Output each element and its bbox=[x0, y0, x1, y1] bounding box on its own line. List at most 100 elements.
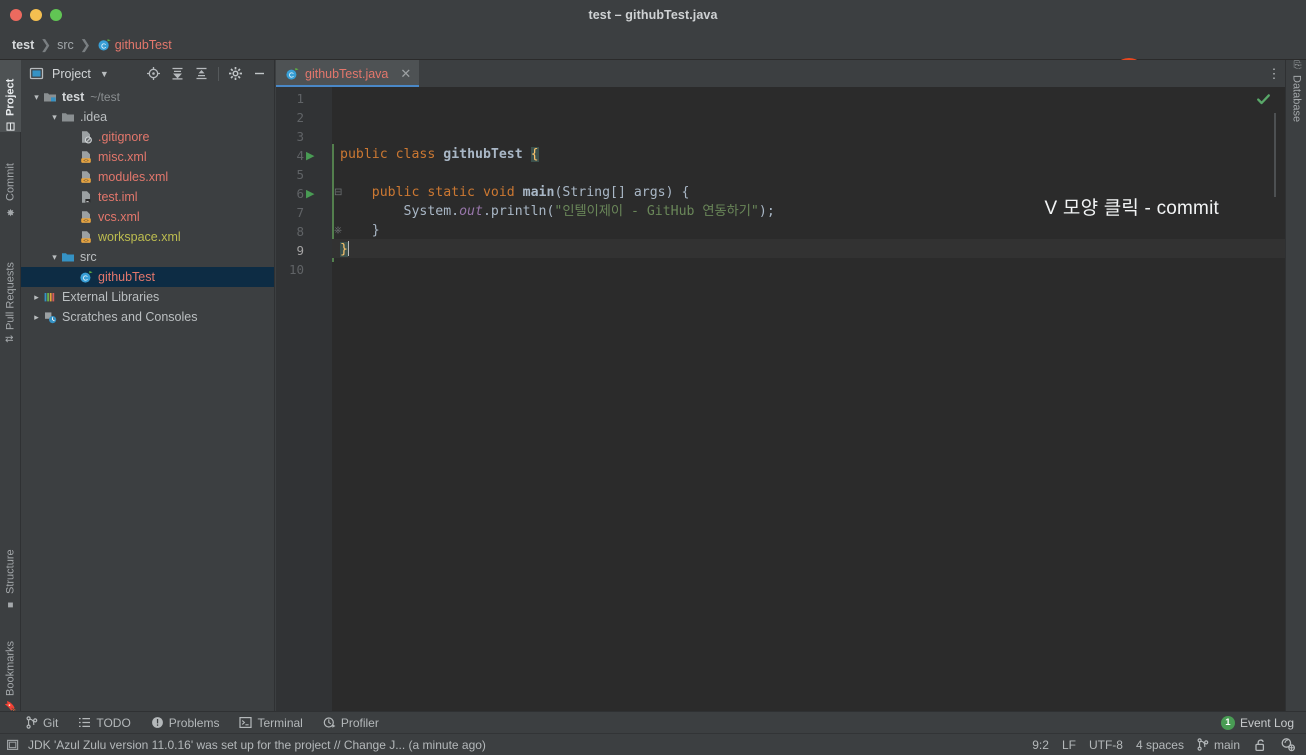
tree-row-gitignore[interactable]: ▾ .gitignore bbox=[21, 127, 274, 147]
toolwindow-terminal[interactable]: Terminal bbox=[229, 716, 312, 730]
breadcrumb-item-project[interactable]: test bbox=[9, 38, 37, 52]
run-gutter-icon[interactable]: ▶ bbox=[306, 149, 314, 162]
zoom-window-button[interactable] bbox=[50, 9, 62, 21]
chevron-down-icon[interactable]: ▾ bbox=[31, 92, 42, 103]
tree-row-workspace-xml[interactable]: ▾ <> workspace.xml bbox=[21, 227, 274, 247]
select-opened-file-icon[interactable] bbox=[143, 64, 164, 84]
open-brace: { bbox=[530, 147, 539, 162]
close-brace: } bbox=[371, 223, 380, 238]
line-number: 2 bbox=[296, 110, 304, 125]
tree-row-misc-xml[interactable]: ▾ <> misc.xml bbox=[21, 147, 274, 167]
more-options-icon[interactable]: ⋮ bbox=[1263, 60, 1285, 87]
title-bar: test – githubTest.java bbox=[0, 0, 1306, 30]
tab-githubTest-java[interactable]: C githubTest.java ✕ bbox=[276, 60, 420, 87]
chevron-right-icon[interactable]: ▸ bbox=[31, 312, 42, 323]
chevron-right-icon[interactable]: ▸ bbox=[31, 292, 42, 303]
git-branch-widget[interactable]: main bbox=[1197, 738, 1240, 752]
inspections-widget-icon[interactable] bbox=[1280, 737, 1296, 752]
commit-icon: ✸ bbox=[5, 206, 16, 217]
method-name: main bbox=[522, 185, 555, 200]
inspection-ok-checkmark[interactable] bbox=[1256, 92, 1271, 107]
problems-icon bbox=[151, 716, 164, 729]
event-log-button[interactable]: 1 Event Log bbox=[1220, 715, 1306, 730]
run-gutter-icon[interactable]: ▶ bbox=[306, 187, 314, 200]
scratches-icon bbox=[42, 310, 58, 324]
close-brace: } bbox=[340, 242, 348, 257]
project-tree[interactable]: ▾ test ~/test ▾ .idea ▾ .gitignore bbox=[21, 87, 274, 715]
xml-file-icon: <> bbox=[78, 210, 94, 224]
tree-label: modules.xml bbox=[98, 170, 169, 184]
minimize-window-button[interactable] bbox=[30, 9, 42, 21]
status-message[interactable]: JDK 'Azul Zulu version 11.0.16' was set … bbox=[28, 738, 486, 752]
branch-name: main bbox=[1213, 737, 1240, 752]
file-encoding[interactable]: UTF-8 bbox=[1089, 738, 1123, 752]
window-controls[interactable] bbox=[10, 9, 62, 21]
sidebar-item-project[interactable]: ◫ Project bbox=[0, 60, 21, 132]
breadcrumb-item-class[interactable]: C githubTest bbox=[94, 38, 175, 52]
line-number: 5 bbox=[296, 167, 304, 182]
chevron-down-icon[interactable]: ▾ bbox=[49, 252, 60, 263]
tree-row-idea[interactable]: ▾ .idea bbox=[21, 107, 274, 127]
tool-window-bar: Git TODO Problems Terminal Profiler 1 Ev… bbox=[0, 711, 1306, 733]
sidebar-item-pull-requests[interactable]: ⇅ Pull Requests bbox=[0, 225, 21, 343]
code-line-9: } bbox=[340, 240, 349, 259]
collapse-all-icon[interactable] bbox=[191, 64, 212, 84]
toolwindow-profiler[interactable]: Profiler bbox=[313, 716, 389, 730]
editor-gutter[interactable]: 1 2 3 4 5 6 7 8 9 10 ▶ ▶ bbox=[276, 87, 332, 715]
sidebar-item-bookmarks[interactable]: 🔖 Bookmarks bbox=[0, 618, 21, 713]
tree-label: misc.xml bbox=[98, 150, 147, 164]
message-balloon-icon[interactable] bbox=[6, 738, 20, 752]
line-number: 4 bbox=[296, 148, 304, 163]
chevron-down-icon[interactable]: ▾ bbox=[49, 112, 60, 123]
unlocked-icon[interactable] bbox=[1253, 738, 1267, 752]
keyword-void: void bbox=[482, 185, 515, 200]
toolwindow-git[interactable]: Git bbox=[0, 716, 68, 730]
tree-row-githubTest[interactable]: ▾ C githubTest bbox=[21, 267, 274, 287]
tree-row-external-libraries[interactable]: ▸ External Libraries bbox=[21, 287, 274, 307]
code-editor[interactable]: 1 2 3 4 5 6 7 8 9 10 ▶ ▶ ⊟ ⎈ public clas… bbox=[276, 87, 1285, 715]
line-separator[interactable]: LF bbox=[1062, 738, 1076, 752]
close-icon[interactable]: ✕ bbox=[400, 66, 411, 82]
sidebar-label-database: Database bbox=[1290, 75, 1303, 123]
breadcrumb-item-src[interactable]: src bbox=[54, 38, 77, 52]
tree-row-test[interactable]: ▾ test ~/test bbox=[21, 87, 274, 107]
tree-row-modules-xml[interactable]: ▾ <> modules.xml bbox=[21, 167, 274, 187]
sidebar-item-structure[interactable]: ■ Structure bbox=[0, 525, 21, 610]
tree-row-scratches[interactable]: ▸ Scratches and Consoles bbox=[21, 307, 274, 327]
tree-row-test-iml[interactable]: ▾ test.iml bbox=[21, 187, 274, 207]
code-line-4: public class githubTest { bbox=[340, 145, 539, 164]
editor-area: C githubTest.java ✕ ⋮ 1 2 3 4 5 6 7 8 9 bbox=[276, 60, 1285, 715]
status-message-group[interactable]: JDK 'Azul Zulu version 11.0.16' was set … bbox=[0, 738, 486, 752]
open-brace: { bbox=[681, 185, 690, 200]
database-icon: ⎘ bbox=[1291, 60, 1303, 70]
tree-row-vcs-xml[interactable]: ▾ <> vcs.xml bbox=[21, 207, 274, 227]
expand-all-icon[interactable] bbox=[167, 64, 188, 84]
project-panel-header: Project ▼ bbox=[21, 60, 274, 87]
settings-gear-icon[interactable] bbox=[225, 64, 246, 84]
xml-file-icon: <> bbox=[78, 170, 94, 184]
close-window-button[interactable] bbox=[10, 9, 22, 21]
code-line-7: System.out.println("인텔이제이 - GitHub 연동하기"… bbox=[340, 202, 775, 221]
tab-label: githubTest.java bbox=[305, 66, 389, 81]
code-content[interactable]: public class githubTest { public static … bbox=[340, 87, 1285, 715]
chevron-down-icon[interactable]: ▼ bbox=[100, 69, 109, 79]
toolwindow-todo[interactable]: TODO bbox=[68, 716, 140, 730]
indent-setting[interactable]: 4 spaces bbox=[1136, 738, 1184, 752]
breadcrumb-class-label: githubTest bbox=[114, 37, 172, 52]
left-tool-window-strip: ◫ Project ✸ Commit ⇅ Pull Requests ■ Str… bbox=[0, 60, 21, 715]
tree-row-src[interactable]: ▾ src bbox=[21, 247, 274, 267]
code-line-6: public static void main(String[] args) { bbox=[340, 183, 690, 202]
toolwindow-problems[interactable]: Problems bbox=[141, 716, 230, 730]
structure-icon: ■ bbox=[5, 599, 16, 610]
sidebar-item-commit[interactable]: ✸ Commit bbox=[0, 142, 21, 217]
line-number: 8 bbox=[296, 224, 304, 239]
svg-text:C: C bbox=[289, 72, 294, 79]
sidebar-item-database[interactable]: ⎘ Database bbox=[1286, 60, 1306, 145]
caret-position[interactable]: 9:2 bbox=[1032, 738, 1049, 752]
terminal-icon bbox=[239, 716, 253, 729]
external-libraries-icon bbox=[42, 290, 58, 304]
editor-scrollbar[interactable] bbox=[1274, 113, 1276, 197]
iml-file-icon bbox=[78, 190, 94, 204]
hide-panel-icon[interactable] bbox=[249, 64, 270, 84]
tab-bar-empty-space bbox=[419, 60, 1263, 87]
